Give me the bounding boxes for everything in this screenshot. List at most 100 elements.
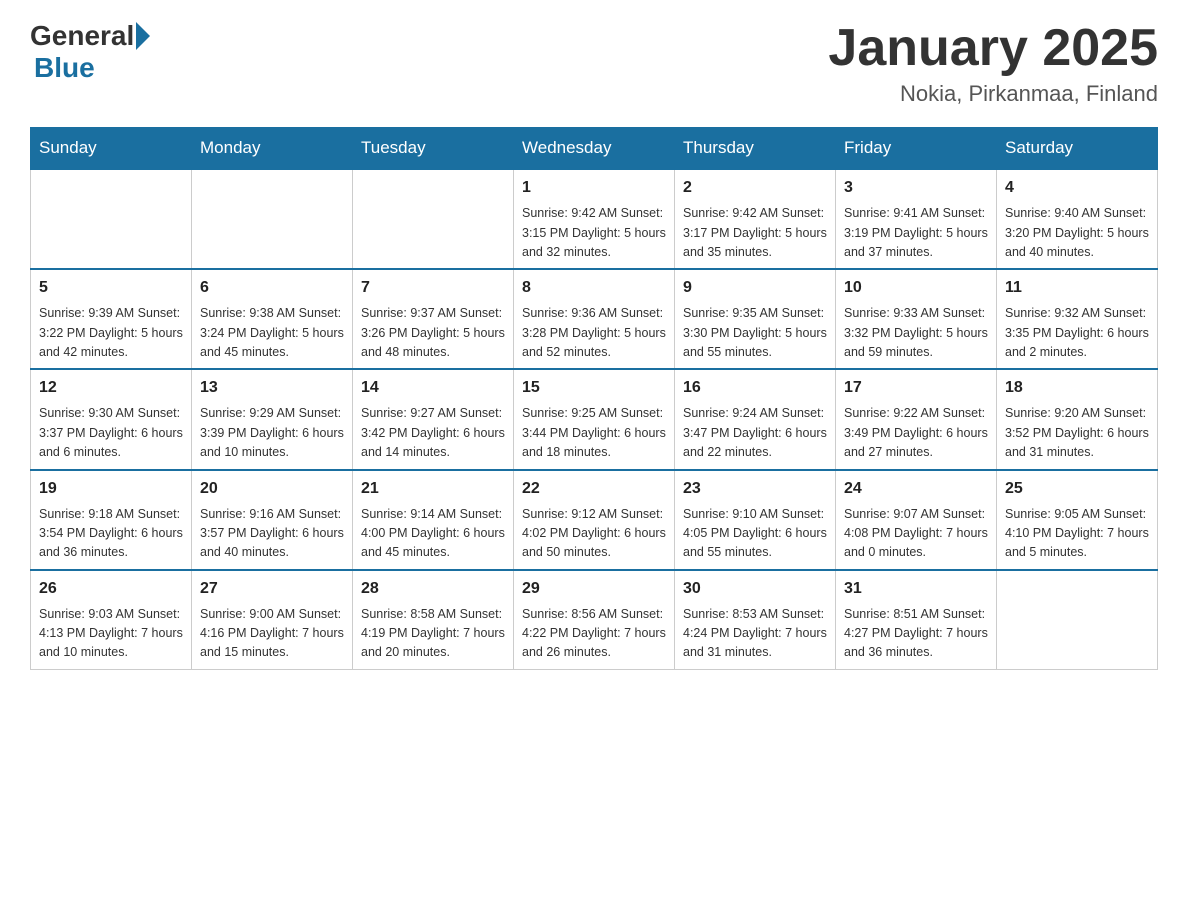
calendar-cell: 26 Sunrise: 9:03 AM Sunset: 4:13 PM Dayli…	[31, 570, 192, 670]
day-number: 11	[1005, 276, 1149, 300]
sun-info: Sunrise: 9:41 AM Sunset: 3:19 PM Dayligh…	[844, 204, 988, 262]
sun-info: Sunrise: 9:37 AM Sunset: 3:26 PM Dayligh…	[361, 304, 505, 362]
calendar-cell: 23Sunrise: 9:10 AM Sunset: 4:05 PM Dayli…	[675, 470, 836, 570]
calendar-cell: 4 Sunrise: 9:40 AM Sunset: 3:20 PM Daylig…	[997, 169, 1158, 269]
calendar-cell: 8Sunrise: 9:36 AM Sunset: 3:28 PM Daylig…	[514, 269, 675, 369]
sun-info: Sunrise: 9:42 AM Sunset: 3:15 PM Dayligh…	[522, 204, 666, 262]
sun-info: Sunrise: 9:36 AM Sunset: 3:28 PM Dayligh…	[522, 304, 666, 362]
logo: General Blue	[30, 20, 150, 84]
calendar-week-row-4: 19 Sunrise: 9:18 AM Sunset: 3:54 PM Dayli…	[31, 470, 1158, 570]
day-number: 6	[200, 276, 344, 300]
sun-info: Sunrise: 8:53 AM Sunset: 4:24 PM Dayligh…	[683, 605, 827, 663]
calendar-cell: 6 Sunrise: 9:38 AM Sunset: 3:24 PM Daylig…	[192, 269, 353, 369]
calendar-cell: 1 Sunrise: 9:42 AM Sunset: 3:15 PM Daylig…	[514, 169, 675, 269]
calendar-header-row: SundayMondayTuesdayWednesdayThursdayFrid…	[31, 128, 1158, 170]
calendar-cell: 31 Sunrise: 8:51 AM Sunset: 4:27 PM Dayli…	[836, 570, 997, 670]
calendar-header-thursday: Thursday	[675, 128, 836, 170]
calendar-cell: 25Sunrise: 9:05 AM Sunset: 4:10 PM Dayli…	[997, 470, 1158, 570]
title-section: January 2025 Nokia, Pirkanmaa, Finland	[828, 20, 1158, 107]
sun-info: Sunrise: 9:14 AM Sunset: 4:00 PM Dayligh…	[361, 505, 505, 563]
sun-info: Sunrise: 9:00 AM Sunset: 4:16 PM Dayligh…	[200, 605, 344, 663]
sun-info: Sunrise: 9:38 AM Sunset: 3:24 PM Dayligh…	[200, 304, 344, 362]
calendar-cell: 16Sunrise: 9:24 AM Sunset: 3:47 PM Dayli…	[675, 369, 836, 469]
day-number: 17	[844, 376, 988, 400]
day-number: 24	[844, 477, 988, 501]
day-number: 9	[683, 276, 827, 300]
logo-arrow-icon	[136, 22, 150, 50]
sun-info: Sunrise: 9:39 AM Sunset: 3:22 PM Dayligh…	[39, 304, 183, 362]
sun-info: Sunrise: 9:27 AM Sunset: 3:42 PM Dayligh…	[361, 404, 505, 462]
calendar-header-tuesday: Tuesday	[353, 128, 514, 170]
day-number: 19	[39, 477, 183, 501]
day-number: 27	[200, 577, 344, 601]
sun-info: Sunrise: 9:40 AM Sunset: 3:20 PM Dayligh…	[1005, 204, 1149, 262]
calendar-header-sunday: Sunday	[31, 128, 192, 170]
day-number: 15	[522, 376, 666, 400]
sun-info: Sunrise: 9:10 AM Sunset: 4:05 PM Dayligh…	[683, 505, 827, 563]
sun-info: Sunrise: 9:05 AM Sunset: 4:10 PM Dayligh…	[1005, 505, 1149, 563]
calendar-cell: 19 Sunrise: 9:18 AM Sunset: 3:54 PM Dayli…	[31, 470, 192, 570]
day-number: 29	[522, 577, 666, 601]
calendar-cell: 17 Sunrise: 9:22 AM Sunset: 3:49 PM Dayli…	[836, 369, 997, 469]
day-number: 3	[844, 176, 988, 200]
calendar-week-row-5: 26 Sunrise: 9:03 AM Sunset: 4:13 PM Dayli…	[31, 570, 1158, 670]
calendar-cell	[31, 169, 192, 269]
calendar-cell: 18Sunrise: 9:20 AM Sunset: 3:52 PM Dayli…	[997, 369, 1158, 469]
sun-info: Sunrise: 9:29 AM Sunset: 3:39 PM Dayligh…	[200, 404, 344, 462]
day-number: 12	[39, 376, 183, 400]
calendar-week-row-3: 12 Sunrise: 9:30 AM Sunset: 3:37 PM Dayli…	[31, 369, 1158, 469]
calendar-cell: 24 Sunrise: 9:07 AM Sunset: 4:08 PM Dayli…	[836, 470, 997, 570]
sun-info: Sunrise: 8:56 AM Sunset: 4:22 PM Dayligh…	[522, 605, 666, 663]
calendar-cell: 9 Sunrise: 9:35 AM Sunset: 3:30 PM Daylig…	[675, 269, 836, 369]
sun-info: Sunrise: 9:16 AM Sunset: 3:57 PM Dayligh…	[200, 505, 344, 563]
calendar-cell: 5 Sunrise: 9:39 AM Sunset: 3:22 PM Daylig…	[31, 269, 192, 369]
day-number: 10	[844, 276, 988, 300]
calendar-cell: 11 Sunrise: 9:32 AM Sunset: 3:35 PM Dayli…	[997, 269, 1158, 369]
day-number: 16	[683, 376, 827, 400]
day-number: 31	[844, 577, 988, 601]
calendar-cell: 27 Sunrise: 9:00 AM Sunset: 4:16 PM Dayli…	[192, 570, 353, 670]
calendar-cell: 10 Sunrise: 9:33 AM Sunset: 3:32 PM Dayli…	[836, 269, 997, 369]
calendar-cell: 2 Sunrise: 9:42 AM Sunset: 3:17 PM Daylig…	[675, 169, 836, 269]
day-number: 22	[522, 477, 666, 501]
page-header: General Blue January 2025 Nokia, Pirkanm…	[30, 20, 1158, 107]
calendar-cell	[192, 169, 353, 269]
calendar-cell: 13Sunrise: 9:29 AM Sunset: 3:39 PM Dayli…	[192, 369, 353, 469]
calendar-cell: 12 Sunrise: 9:30 AM Sunset: 3:37 PM Dayli…	[31, 369, 192, 469]
day-number: 18	[1005, 376, 1149, 400]
sun-info: Sunrise: 9:32 AM Sunset: 3:35 PM Dayligh…	[1005, 304, 1149, 362]
day-number: 28	[361, 577, 505, 601]
day-number: 2	[683, 176, 827, 200]
sun-info: Sunrise: 9:07 AM Sunset: 4:08 PM Dayligh…	[844, 505, 988, 563]
logo-general-text: General	[30, 20, 134, 52]
day-number: 20	[200, 477, 344, 501]
sun-info: Sunrise: 9:22 AM Sunset: 3:49 PM Dayligh…	[844, 404, 988, 462]
day-number: 26	[39, 577, 183, 601]
calendar-cell: 30 Sunrise: 8:53 AM Sunset: 4:24 PM Dayli…	[675, 570, 836, 670]
calendar-cell: 22Sunrise: 9:12 AM Sunset: 4:02 PM Dayli…	[514, 470, 675, 570]
day-number: 1	[522, 176, 666, 200]
sun-info: Sunrise: 8:51 AM Sunset: 4:27 PM Dayligh…	[844, 605, 988, 663]
calendar-week-row-2: 5 Sunrise: 9:39 AM Sunset: 3:22 PM Daylig…	[31, 269, 1158, 369]
calendar-cell: 7Sunrise: 9:37 AM Sunset: 3:26 PM Daylig…	[353, 269, 514, 369]
day-number: 14	[361, 376, 505, 400]
day-number: 4	[1005, 176, 1149, 200]
sun-info: Sunrise: 9:42 AM Sunset: 3:17 PM Dayligh…	[683, 204, 827, 262]
calendar-cell	[997, 570, 1158, 670]
sun-info: Sunrise: 9:30 AM Sunset: 3:37 PM Dayligh…	[39, 404, 183, 462]
month-title: January 2025	[828, 20, 1158, 77]
sun-info: Sunrise: 9:33 AM Sunset: 3:32 PM Dayligh…	[844, 304, 988, 362]
calendar-cell: 29 Sunrise: 8:56 AM Sunset: 4:22 PM Dayli…	[514, 570, 675, 670]
calendar-cell: 14 Sunrise: 9:27 AM Sunset: 3:42 PM Dayli…	[353, 369, 514, 469]
sun-info: Sunrise: 9:03 AM Sunset: 4:13 PM Dayligh…	[39, 605, 183, 663]
day-number: 30	[683, 577, 827, 601]
location-text: Nokia, Pirkanmaa, Finland	[828, 81, 1158, 107]
calendar-header-friday: Friday	[836, 128, 997, 170]
calendar-header-saturday: Saturday	[997, 128, 1158, 170]
sun-info: Sunrise: 9:35 AM Sunset: 3:30 PM Dayligh…	[683, 304, 827, 362]
calendar-cell: 3 Sunrise: 9:41 AM Sunset: 3:19 PM Daylig…	[836, 169, 997, 269]
sun-info: Sunrise: 9:18 AM Sunset: 3:54 PM Dayligh…	[39, 505, 183, 563]
logo-blue-text: Blue	[34, 52, 95, 84]
calendar-cell: 21Sunrise: 9:14 AM Sunset: 4:00 PM Dayli…	[353, 470, 514, 570]
day-number: 5	[39, 276, 183, 300]
